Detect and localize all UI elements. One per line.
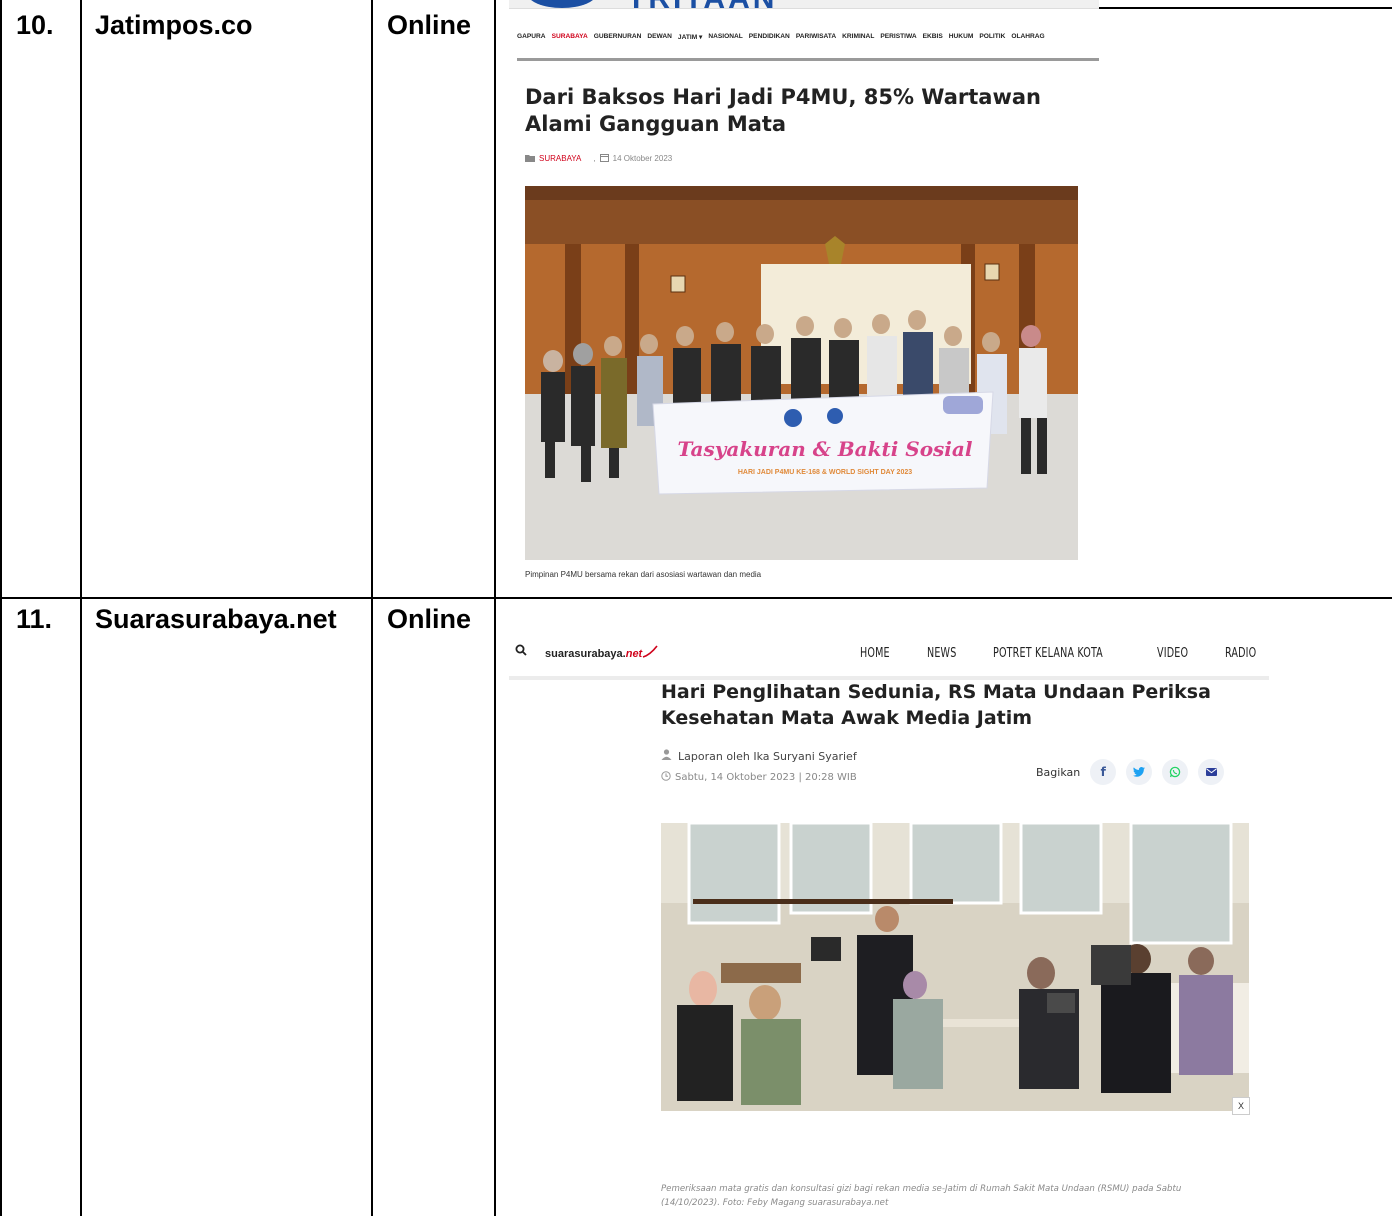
article-photo: Tasyakuran & Bakti Sosial HARI JADI P4MU…: [525, 186, 1078, 560]
nav-divider: [517, 58, 1099, 61]
nav-item-hukum[interactable]: HUKUM: [949, 33, 974, 41]
share-label: Bagikan: [1036, 765, 1081, 779]
nav-item-olahraga[interactable]: OLAHRAG: [1011, 33, 1044, 41]
facebook-share-icon[interactable]: f: [1090, 759, 1117, 785]
nav-item-pendidikan[interactable]: PENDIDIKAN: [749, 33, 790, 41]
clock-icon: [661, 771, 671, 784]
article-title[interactable]: Hari Penglihatan Sedunia, RS Mata Undaan…: [661, 679, 1261, 731]
media-type: Online: [387, 604, 472, 634]
table-border-left: [0, 0, 2, 1216]
meta-separator: ,: [593, 154, 596, 163]
suarasurabaya-screenshot: suarasurabaya.net HOME NEWS POTRET KELAN…: [509, 630, 1269, 1216]
twitter-share-icon[interactable]: [1126, 759, 1153, 785]
photo-caption: Pimpinan P4MU bersama rekan dari asosias…: [525, 570, 762, 579]
row-number: 10.: [16, 10, 54, 40]
nav-item-kriminal[interactable]: KRIMINAL: [842, 33, 874, 41]
row-number: 11.: [16, 604, 53, 634]
nav-item-surabaya[interactable]: SURABAYA: [552, 33, 588, 41]
whatsapp-share-icon[interactable]: [1162, 759, 1189, 785]
article-date: Sabtu, 14 Oktober 2023 | 20:28 WIB: [675, 772, 857, 783]
search-icon[interactable]: [515, 643, 527, 661]
banner-subtext: HARI JADI P4MU KE-168 & WORLD SIGHT DAY …: [738, 469, 912, 476]
nav-item-radio[interactable]: RADIO: [1225, 646, 1256, 661]
mail-share-icon[interactable]: [1198, 759, 1225, 785]
table-border-top-right: [1098, 7, 1392, 9]
outlet-name: Jatimpos.co: [95, 10, 253, 40]
article-photo: [661, 823, 1249, 1111]
main-nav: HOME NEWS POTRET KELANA KOTA VIDEO RADIO: [860, 646, 1263, 661]
article-title[interactable]: Dari Baksos Hari Jadi P4MU, 85% Wartawan…: [525, 84, 1065, 138]
nav-item-gubernuran[interactable]: GUBERNURAN: [594, 33, 642, 41]
photo-caption: Pemeriksaan mata gratis dan konsultasi g…: [661, 1184, 1182, 1208]
article-date: 14 Oktober 2023: [612, 154, 673, 163]
author-name: Laporan oleh Ika Suryani Syarief: [678, 749, 857, 763]
nav-item-dewan[interactable]: DEWAN: [647, 33, 672, 41]
article-meta: SURABAYA , 14 Oktober 2023: [525, 153, 672, 164]
nav-item-peristiwa[interactable]: PERISTIWA: [880, 33, 916, 41]
share-bar: Bagikan f: [1036, 759, 1225, 785]
nav-item-nasional[interactable]: NASIONAL: [708, 33, 742, 41]
top-strip: [509, 0, 1099, 9]
nav-item-politik[interactable]: POLITIK: [979, 33, 1005, 41]
site-logo[interactable]: suarasurabaya.net: [545, 645, 658, 660]
article-date-row: Sabtu, 14 Oktober 2023 | 20:28 WIB: [661, 771, 857, 784]
table-border-col1: [80, 0, 82, 1216]
jatimpos-screenshot: TRITAAN GAPURA SURABAYA GUBERNURAN DEWAN…: [509, 0, 1099, 595]
nav-item-pariwisata[interactable]: PARIWISATA: [796, 33, 836, 41]
site-logo-suffix: net: [625, 648, 643, 660]
close-button[interactable]: X: [1232, 1097, 1250, 1115]
category-nav: GAPURA SURABAYA GUBERNURAN DEWAN JATIM ▾…: [517, 33, 1045, 41]
logo-swoosh-icon: [642, 645, 658, 658]
media-type: Online: [387, 10, 472, 40]
site-logo-text: TRITAAN: [627, 0, 777, 16]
article-author: Laporan oleh Ika Suryani Syarief: [661, 749, 857, 763]
user-icon: [661, 749, 672, 763]
nav-item-ekbis[interactable]: EKBIS: [923, 33, 943, 41]
nav-item-gapura[interactable]: GAPURA: [517, 33, 546, 41]
nav-item-news[interactable]: NEWS: [927, 646, 956, 661]
nav-item-home[interactable]: HOME: [860, 646, 890, 661]
table-border-col3: [494, 0, 496, 1216]
nav-item-video[interactable]: VIDEO: [1157, 646, 1188, 661]
table-border-col2: [371, 0, 373, 1216]
banner-text: Tasyakuran & Bakti Sosial: [678, 437, 973, 461]
calendar-icon: [599, 153, 609, 164]
folder-icon: [525, 154, 535, 164]
article-category[interactable]: SURABAYA: [539, 154, 581, 163]
nav-item-potret-kelana-kota[interactable]: POTRET KELANA KOTA: [993, 646, 1103, 661]
table-row-divider: [0, 597, 1392, 599]
nav-item-jatim[interactable]: JATIM ▾: [678, 33, 702, 41]
outlet-name: Suarasurabaya.net: [95, 604, 337, 634]
site-logo-main: suarasurabaya.: [545, 648, 626, 660]
